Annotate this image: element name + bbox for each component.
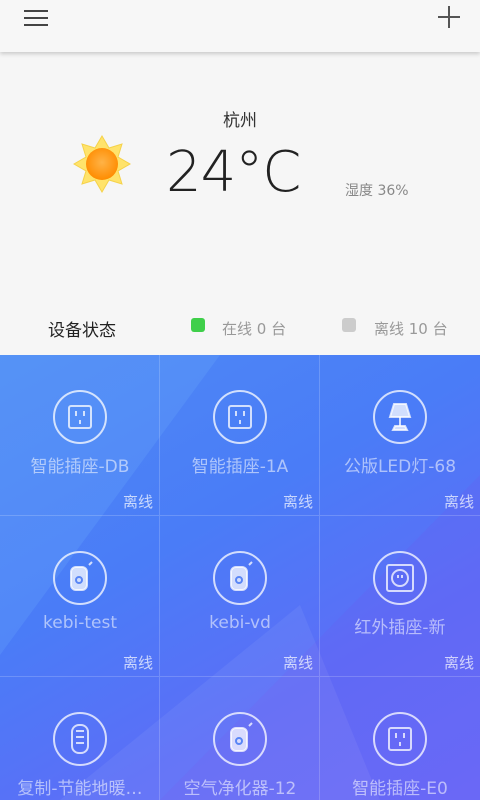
device-state: 离线: [443, 654, 474, 672]
sun-icon: [72, 134, 132, 194]
device-name: 智能插座-E0: [352, 779, 448, 799]
city-label: 杭州: [223, 111, 257, 131]
temperature-value: 24°C: [166, 140, 301, 205]
hamburger-menu-icon[interactable]: [24, 8, 50, 28]
device-card[interactable]: 智能插座-1A 离线: [160, 355, 320, 516]
device-card[interactable]: 智能插座-E0: [320, 677, 480, 800]
device-card[interactable]: 复制-节能地暖…: [0, 677, 160, 800]
remote-control-icon: [52, 550, 108, 606]
device-card[interactable]: 智能插座-DB 离线: [0, 355, 160, 516]
infrared-socket-icon: [372, 550, 428, 606]
device-state: 离线: [443, 493, 474, 511]
device-name: 智能插座-1A: [191, 457, 289, 477]
device-name: 公版LED灯-68: [343, 457, 457, 477]
device-name: 复制-节能地暖…: [17, 779, 143, 799]
smart-socket-icon: [212, 389, 268, 445]
device-card[interactable]: 公版LED灯-68 离线: [320, 355, 480, 516]
offline-count: 离线 10 台: [374, 320, 448, 338]
humidity-label: 湿度 36%: [345, 183, 409, 199]
device-state: 离线: [122, 493, 153, 511]
remote-control-icon: [212, 550, 268, 606]
smart-socket-icon: [52, 389, 108, 445]
top-app-bar: [0, 0, 480, 52]
online-count: 在线 0 台: [222, 320, 287, 338]
device-card[interactable]: 空气净化器-12: [160, 677, 320, 800]
device-name: 红外插座-新: [354, 618, 446, 638]
device-name: kebi-vd: [209, 613, 271, 633]
device-name: kebi-test: [43, 613, 117, 633]
device-status-title: 设备状态: [48, 321, 116, 341]
device-name: 智能插座-DB: [30, 457, 130, 477]
device-state: 离线: [282, 493, 313, 511]
device-card[interactable]: 红外插座-新 离线: [320, 516, 480, 677]
device-card[interactable]: kebi-test 离线: [0, 516, 160, 677]
online-indicator: [191, 318, 205, 332]
remote-control-icon: [212, 711, 268, 767]
device-card[interactable]: kebi-vd 离线: [160, 516, 320, 677]
smart-socket-icon: [372, 711, 428, 767]
device-state: 离线: [122, 654, 153, 672]
plus-icon[interactable]: [436, 4, 462, 30]
device-name: 空气净化器-12: [183, 779, 297, 799]
lamp-icon: [372, 389, 428, 445]
device-grid: 智能插座-DB 离线 智能插座-1A 离线 公版LED灯-68 离线 kebi-…: [0, 355, 480, 800]
heater-icon: [52, 711, 108, 767]
device-state: 离线: [282, 654, 313, 672]
offline-indicator: [342, 318, 356, 332]
